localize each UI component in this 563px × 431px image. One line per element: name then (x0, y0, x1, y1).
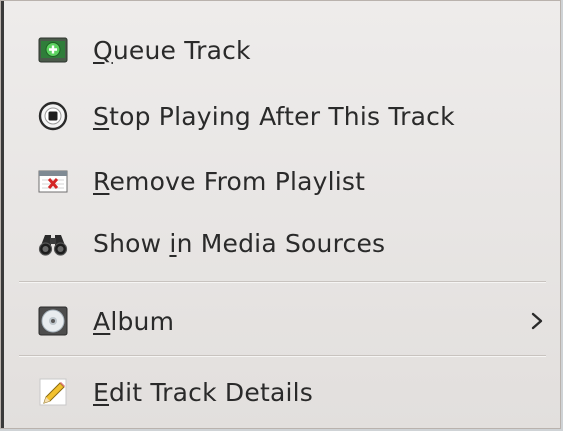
menu-item-stop-after-track[interactable]: Stop Playing After This Track (1, 86, 560, 146)
remove-playlist-icon (37, 165, 69, 197)
menu-separator (19, 281, 546, 283)
label-mnemonic: i (169, 228, 177, 258)
label-rest: top Playing After This Track (109, 101, 455, 131)
context-menu: Queue Track Stop Playing After This Trac… (0, 0, 561, 429)
label-rest: n Media Sources (176, 228, 386, 258)
pencil-icon (37, 376, 69, 408)
menu-item-edit-track-details[interactable]: Edit Track Details (1, 362, 560, 422)
label-mnemonic: Q (93, 35, 113, 65)
binoculars-icon (37, 227, 69, 259)
label-prefix: Show (93, 228, 170, 258)
chevron-right-icon (531, 312, 543, 330)
menu-item-label: Queue Track (93, 36, 251, 65)
label-rest: emove From Playlist (109, 166, 366, 196)
label-mnemonic: A (93, 306, 111, 336)
menu-item-label: Show in Media Sources (93, 229, 385, 258)
album-cd-icon (37, 305, 69, 337)
label-mnemonic: E (93, 377, 109, 407)
menu-item-label: Stop Playing After This Track (93, 102, 455, 131)
queue-track-icon (37, 34, 69, 66)
label-mnemonic: S (93, 101, 110, 131)
menu-item-label: Album (93, 307, 174, 336)
label-rest: ueue Track (112, 35, 251, 65)
menu-item-label: Remove From Playlist (93, 167, 365, 196)
label-mnemonic: R (93, 166, 110, 196)
label-rest: lbum (110, 306, 175, 336)
menu-item-show-in-media-sources[interactable]: Show in Media Sources (1, 213, 560, 273)
menu-separator (19, 355, 546, 357)
menu-item-label: Edit Track Details (93, 378, 313, 407)
label-rest: dit Track Details (109, 377, 313, 407)
stop-icon (37, 100, 69, 132)
menu-item-remove-from-playlist[interactable]: Remove From Playlist (1, 151, 560, 211)
menu-item-album[interactable]: Album (1, 291, 560, 351)
menu-item-queue-track[interactable]: Queue Track (1, 20, 560, 80)
